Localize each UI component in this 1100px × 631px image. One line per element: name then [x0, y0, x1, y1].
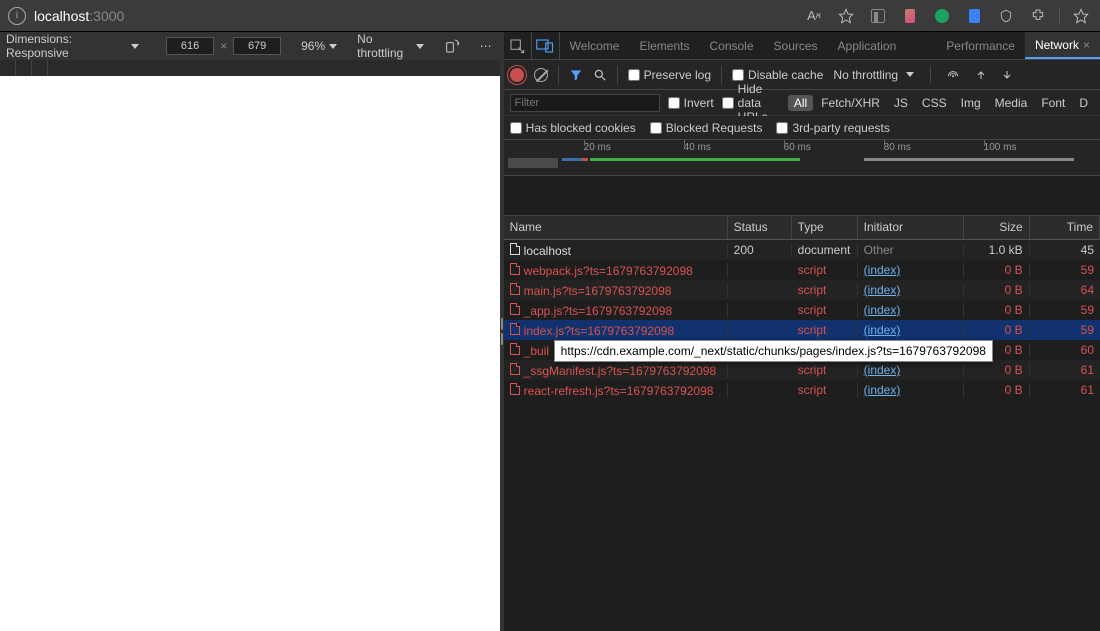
disable-cache-checkbox[interactable]: Disable cache — [732, 68, 823, 82]
device-toolbar: Dimensions: Responsive × 96% No throttli… — [0, 32, 500, 60]
file-icon — [510, 323, 520, 335]
file-icon — [510, 363, 520, 375]
file-icon — [510, 343, 520, 355]
table-row[interactable]: webpack.js?ts=1679763792098script(index)… — [504, 260, 1100, 280]
ext2-icon[interactable] — [931, 5, 953, 27]
filter-type-fetchxhr[interactable]: Fetch/XHR — [815, 95, 886, 111]
filter-type-all[interactable]: All — [788, 95, 813, 111]
timeline-tick: 60 ms — [784, 142, 811, 153]
favorites-star2-icon[interactable] — [1070, 5, 1092, 27]
table-row[interactable]: main.js?ts=1679763792098script(index)0 B… — [504, 280, 1100, 300]
element-picker-icon[interactable] — [504, 32, 532, 59]
invert-checkbox[interactable]: Invert — [668, 96, 714, 110]
timeline-tick: 80 ms — [884, 142, 911, 153]
waterfall-overview[interactable]: 20 ms 40 ms 60 ms 80 ms 100 ms — [504, 140, 1100, 176]
close-icon[interactable]: × — [1083, 38, 1090, 52]
timeline-tick: 40 ms — [684, 142, 711, 153]
page-viewport[interactable] — [0, 76, 500, 631]
upload-har-icon[interactable] — [975, 68, 987, 82]
col-time[interactable]: Time — [1030, 216, 1100, 239]
tab-welcome[interactable]: Welcome — [560, 32, 630, 59]
filter-type-css[interactable]: CSS — [916, 95, 953, 111]
third-party-checkbox[interactable]: 3rd-party requests — [776, 121, 889, 135]
browser-address-bar: i localhost:3000 Aא — [0, 0, 1100, 32]
device-preview-pane: Dimensions: Responsive × 96% No throttli… — [0, 32, 504, 631]
filter-type-media[interactable]: Media — [989, 95, 1034, 111]
more-icon[interactable]: ⋯ — [480, 39, 494, 53]
table-row[interactable]: _ssgManifest.js?ts=1679763792098script(i… — [504, 360, 1100, 380]
site-info-icon[interactable]: i — [8, 7, 26, 25]
filter-input[interactable] — [510, 94, 660, 112]
device-throttling-select[interactable]: No throttling — [357, 32, 424, 60]
tab-application[interactable]: Application — [828, 32, 907, 59]
extensions-icon[interactable] — [1027, 5, 1049, 27]
timeline-tick: 20 ms — [584, 142, 611, 153]
record-icon[interactable] — [510, 68, 524, 82]
filter-row: Invert Hide data URLs AllFetch/XHRJSCSSI… — [504, 90, 1100, 116]
network-throttling-select[interactable]: No throttling — [833, 68, 914, 82]
url-tooltip: https://cdn.example.com/_next/static/chu… — [554, 340, 993, 362]
x-separator: × — [220, 39, 227, 53]
devtools-pane: WelcomeElementsConsoleSourcesApplication… — [504, 32, 1100, 631]
table-row[interactable]: index.js?ts=1679763792098script(index)0 … — [504, 320, 1100, 340]
col-name[interactable]: Name — [504, 216, 728, 239]
download-har-icon[interactable] — [1001, 68, 1013, 82]
col-size[interactable]: Size — [964, 216, 1030, 239]
table-row[interactable]: _app.js?ts=1679763792098script(index)0 B… — [504, 300, 1100, 320]
network-table-header[interactable]: Name Status Type Initiator Size Time — [504, 216, 1100, 240]
device-toggle-icon[interactable] — [532, 32, 560, 59]
file-icon — [510, 283, 520, 295]
text-size-icon[interactable]: Aא — [803, 5, 825, 27]
filter-type-img[interactable]: Img — [955, 95, 987, 111]
table-row[interactable]: localhost200documentOther1.0 kB45 — [504, 240, 1100, 260]
filter-row-2: Has blocked cookies Blocked Requests 3rd… — [504, 116, 1100, 140]
preserve-log-checkbox[interactable]: Preserve log — [628, 68, 711, 82]
blocked-cookies-checkbox[interactable]: Has blocked cookies — [510, 121, 636, 135]
rotate-icon[interactable] — [444, 38, 460, 54]
network-conditions-icon[interactable] — [945, 68, 961, 82]
blocked-requests-checkbox[interactable]: Blocked Requests — [650, 121, 763, 135]
network-toolbar: Preserve log Disable cache No throttling — [504, 60, 1100, 90]
timeline-tick: 100 ms — [984, 142, 1017, 153]
clear-icon[interactable] — [534, 68, 548, 82]
tab-network[interactable]: Network× — [1025, 32, 1100, 59]
filter-type-d[interactable]: D — [1073, 95, 1094, 111]
file-icon — [510, 263, 520, 275]
network-table-body[interactable]: localhost200documentOther1.0 kB45webpack… — [504, 240, 1100, 631]
col-status[interactable]: Status — [728, 216, 792, 239]
width-input[interactable] — [166, 37, 214, 55]
favorites-star-icon[interactable] — [835, 5, 857, 27]
tab-sources[interactable]: Sources — [764, 32, 828, 59]
table-row[interactable]: react-refresh.js?ts=1679763792098script(… — [504, 380, 1100, 400]
ruler — [0, 60, 500, 76]
col-type[interactable]: Type — [792, 216, 858, 239]
timeline-spacer — [504, 176, 1100, 216]
dimensions-select[interactable]: Dimensions: Responsive — [6, 32, 121, 60]
tab-performance[interactable]: Performance — [936, 32, 1025, 59]
chevron-down-icon[interactable] — [131, 44, 139, 49]
chevron-down-icon — [416, 44, 424, 49]
search-icon[interactable] — [593, 68, 607, 82]
toolbar-divider — [1059, 7, 1060, 25]
shield-icon[interactable] — [995, 5, 1017, 27]
tab-console[interactable]: Console — [699, 32, 763, 59]
tab-elements[interactable]: Elements — [629, 32, 699, 59]
url-host[interactable]: localhost — [34, 8, 89, 24]
filter-toggle-icon[interactable] — [569, 68, 583, 82]
ext3-icon[interactable] — [963, 5, 985, 27]
url-port[interactable]: :3000 — [89, 8, 124, 24]
filter-type-js[interactable]: JS — [888, 95, 914, 111]
col-initiator[interactable]: Initiator — [858, 216, 964, 239]
ext1-icon[interactable] — [899, 5, 921, 27]
devtools-tabs: WelcomeElementsConsoleSourcesApplication… — [504, 32, 1100, 60]
file-icon — [510, 243, 520, 255]
file-icon — [510, 303, 520, 315]
file-icon — [510, 383, 520, 395]
height-input[interactable] — [233, 37, 281, 55]
zoom-select[interactable]: 96% — [301, 39, 337, 53]
chevron-down-icon — [329, 44, 337, 49]
reader-icon[interactable] — [867, 5, 889, 27]
filter-type-font[interactable]: Font — [1035, 95, 1071, 111]
